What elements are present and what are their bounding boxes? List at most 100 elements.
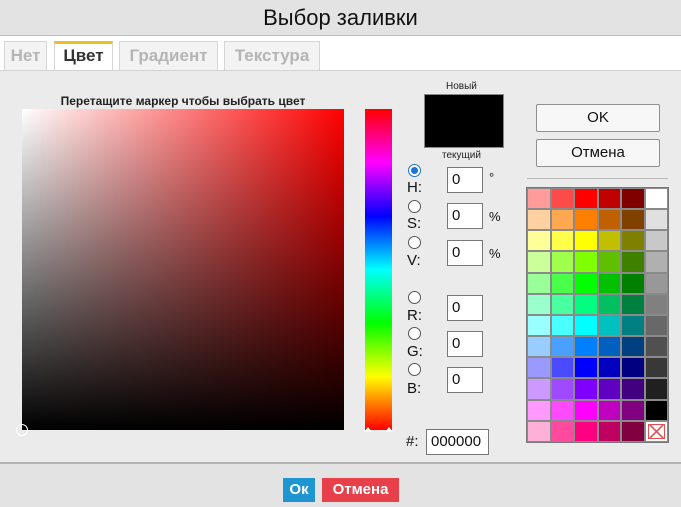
- r-input[interactable]: 0: [447, 295, 483, 321]
- tab-color[interactable]: Цвет: [54, 41, 113, 70]
- palette-swatch[interactable]: [597, 336, 621, 358]
- no-color-swatch[interactable]: [644, 420, 668, 442]
- palette-swatch[interactable]: [527, 420, 551, 442]
- sv-marker[interactable]: [16, 424, 28, 436]
- palette-swatch[interactable]: [597, 230, 621, 252]
- palette-swatch[interactable]: [550, 399, 574, 421]
- palette-swatch[interactable]: [550, 420, 574, 442]
- palette-swatch[interactable]: [644, 272, 668, 294]
- palette-swatch[interactable]: [574, 209, 598, 231]
- palette-swatch[interactable]: [597, 272, 621, 294]
- hue-marker[interactable]: [364, 427, 393, 432]
- palette-swatch[interactable]: [597, 399, 621, 421]
- h-label: H:: [407, 179, 422, 196]
- palette-swatch[interactable]: [574, 357, 598, 379]
- palette-swatch[interactable]: [550, 357, 574, 379]
- ok-button[interactable]: OK: [536, 104, 660, 132]
- palette-swatch[interactable]: [597, 293, 621, 315]
- new-color-swatch: [424, 94, 504, 148]
- s-radio[interactable]: [408, 200, 421, 213]
- palette-swatch[interactable]: [550, 188, 574, 210]
- palette-swatch[interactable]: [621, 272, 645, 294]
- palette-swatch[interactable]: [527, 272, 551, 294]
- palette-swatch[interactable]: [550, 336, 574, 358]
- palette-swatch[interactable]: [644, 251, 668, 273]
- palette-swatch[interactable]: [550, 314, 574, 337]
- palette-swatch[interactable]: [527, 336, 551, 358]
- palette-swatch[interactable]: [574, 399, 598, 421]
- palette-swatch[interactable]: [574, 272, 598, 294]
- palette-swatch[interactable]: [644, 357, 668, 379]
- palette-swatch[interactable]: [574, 293, 598, 315]
- palette-swatch[interactable]: [621, 399, 645, 421]
- palette-swatch[interactable]: [574, 251, 598, 273]
- palette-swatch[interactable]: [621, 230, 645, 252]
- palette-swatch[interactable]: [644, 188, 668, 210]
- palette-swatch[interactable]: [597, 420, 621, 442]
- palette-swatch[interactable]: [597, 378, 621, 400]
- palette-swatch[interactable]: [621, 209, 645, 231]
- palette-swatch[interactable]: [644, 378, 668, 400]
- palette-swatch[interactable]: [574, 230, 598, 252]
- palette-swatch[interactable]: [527, 293, 551, 315]
- palette-swatch[interactable]: [550, 378, 574, 400]
- h-input[interactable]: 0: [447, 167, 483, 193]
- palette-swatch[interactable]: [621, 293, 645, 315]
- b-input[interactable]: 0: [447, 367, 483, 393]
- palette-swatch[interactable]: [644, 230, 668, 252]
- hue-slider[interactable]: [364, 109, 393, 432]
- palette-swatch[interactable]: [527, 314, 551, 337]
- palette-swatch[interactable]: [597, 314, 621, 337]
- palette-swatch[interactable]: [597, 209, 621, 231]
- palette-swatch[interactable]: [644, 336, 668, 358]
- palette-swatch[interactable]: [644, 209, 668, 231]
- tab-gradient[interactable]: Градиент: [119, 41, 218, 70]
- palette-swatch[interactable]: [644, 399, 668, 421]
- palette-swatch[interactable]: [597, 251, 621, 273]
- r-radio[interactable]: [408, 291, 421, 304]
- footer-ok-button[interactable]: Ок: [283, 478, 315, 502]
- palette-swatch[interactable]: [644, 314, 668, 337]
- palette-swatch[interactable]: [527, 399, 551, 421]
- g-radio[interactable]: [408, 327, 421, 340]
- palette-swatch[interactable]: [621, 314, 645, 337]
- palette-swatch[interactable]: [550, 293, 574, 315]
- palette-swatch[interactable]: [527, 188, 551, 210]
- cancel-button[interactable]: Отмена: [536, 139, 660, 167]
- palette-swatch[interactable]: [574, 314, 598, 337]
- palette-swatch[interactable]: [527, 251, 551, 273]
- palette-swatch[interactable]: [574, 420, 598, 442]
- color-panel: Перетащите маркер чтобы выбрать цвет Нов…: [0, 70, 681, 463]
- s-input[interactable]: 0: [447, 203, 483, 229]
- palette-swatch[interactable]: [550, 251, 574, 273]
- footer-cancel-button[interactable]: Отмена: [322, 478, 399, 502]
- palette-swatch[interactable]: [527, 378, 551, 400]
- palette-swatch[interactable]: [597, 357, 621, 379]
- v-input[interactable]: 0: [447, 240, 483, 266]
- palette-swatch[interactable]: [644, 293, 668, 315]
- palette-swatch[interactable]: [550, 209, 574, 231]
- palette-swatch[interactable]: [527, 230, 551, 252]
- palette-swatch[interactable]: [574, 378, 598, 400]
- palette-swatch[interactable]: [574, 336, 598, 358]
- tab-none[interactable]: Нет: [4, 41, 47, 70]
- palette-swatch[interactable]: [574, 188, 598, 210]
- palette-swatch[interactable]: [621, 378, 645, 400]
- palette-swatch[interactable]: [621, 336, 645, 358]
- palette-swatch[interactable]: [550, 230, 574, 252]
- palette-swatch[interactable]: [527, 209, 551, 231]
- hex-input[interactable]: 000000: [426, 429, 489, 455]
- b-radio[interactable]: [408, 363, 421, 376]
- palette-swatch[interactable]: [527, 357, 551, 379]
- palette-swatch[interactable]: [621, 357, 645, 379]
- g-input[interactable]: 0: [447, 331, 483, 357]
- h-radio[interactable]: [408, 164, 421, 177]
- palette-swatch[interactable]: [597, 188, 621, 210]
- tab-texture[interactable]: Текстура: [224, 41, 320, 70]
- v-radio[interactable]: [408, 236, 421, 249]
- palette-swatch[interactable]: [621, 251, 645, 273]
- palette-swatch[interactable]: [621, 188, 645, 210]
- palette-swatch[interactable]: [550, 272, 574, 294]
- saturation-value-field[interactable]: [16, 109, 344, 436]
- palette-swatch[interactable]: [621, 420, 645, 442]
